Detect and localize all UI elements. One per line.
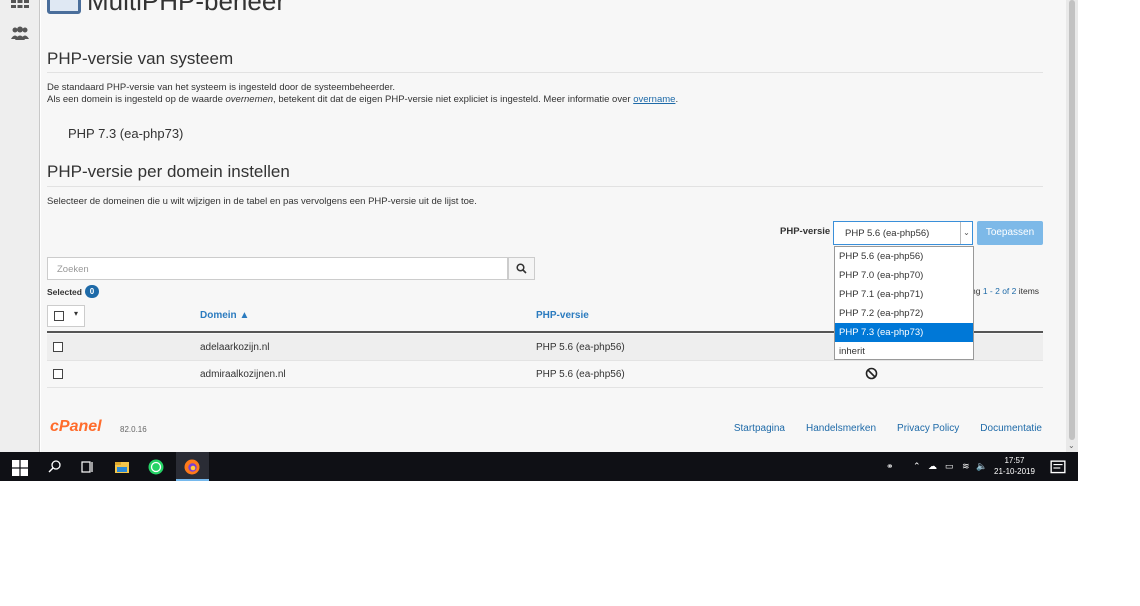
search-button[interactable]	[508, 257, 535, 280]
windows-taskbar: ⚭ ⌃ ☁ ▭ ≋ 🔈 17:57 21-10-2019	[0, 452, 1078, 481]
system-php-version: PHP 7.3 (ea-php73)	[68, 126, 184, 141]
users-icon[interactable]	[10, 26, 30, 42]
php-version-dropdown: PHP 5.6 (ea-php56) PHP 7.0 (ea-php70) PH…	[834, 246, 974, 360]
php-option[interactable]: inherit	[835, 342, 973, 361]
caret-down-icon[interactable]: ▾	[74, 309, 78, 318]
file-explorer-icon[interactable]	[114, 459, 130, 475]
search-icon	[516, 263, 527, 274]
volume-icon[interactable]: 🔈	[976, 461, 987, 472]
divider	[47, 186, 1043, 187]
row-domain: admiraalkozijnen.nl	[200, 369, 286, 380]
firefox-icon[interactable]	[184, 459, 200, 475]
select-all-control[interactable]: ▾	[47, 305, 85, 327]
not-allowed-icon	[865, 367, 878, 380]
whatsapp-icon[interactable]	[148, 459, 164, 475]
php-option[interactable]: PHP 7.2 (ea-php72)	[835, 304, 973, 323]
footer-link-handelsmerken[interactable]: Handelsmerken	[806, 423, 876, 434]
onedrive-icon[interactable]: ☁	[928, 461, 937, 472]
cpanel-version: 82.0.16	[120, 425, 147, 434]
vertical-scrollbar[interactable]: ⌄	[1066, 0, 1078, 452]
row-checkbox[interactable]	[53, 342, 63, 352]
scroll-down-icon[interactable]: ⌄	[1068, 441, 1075, 450]
php-option-highlighted[interactable]: PHP 7.3 (ea-php73)	[835, 323, 973, 342]
system-php-description-line2: Als een domein is ingesteld op de waarde…	[47, 94, 679, 105]
notifications-icon[interactable]	[1050, 460, 1066, 476]
domain-php-heading: PHP-versie per domein instellen	[47, 162, 290, 181]
table-row: admiraalkozijnen.nl PHP 5.6 (ea-php56)	[47, 361, 1043, 388]
selected-count-badge: 0	[84, 285, 99, 298]
task-view-icon[interactable]	[80, 459, 96, 475]
system-php-heading: PHP-versie van systeem	[47, 49, 234, 68]
row-php-version: PHP 5.6 (ea-php56)	[536, 342, 625, 353]
system-clock[interactable]: 17:57 21-10-2019	[994, 455, 1035, 477]
people-icon[interactable]: ⚭	[886, 461, 894, 472]
column-header-domain[interactable]: Domein ▲	[200, 310, 249, 321]
php-option[interactable]: PHP 7.1 (ea-php71)	[835, 285, 973, 304]
footer-link-documentatie[interactable]: Documentatie	[980, 423, 1042, 434]
php-version-label: PHP-versie	[780, 226, 831, 237]
search-input[interactable]: Zoeken	[47, 257, 508, 280]
php-version-select-value: PHP 5.6 (ea-php56)	[845, 228, 930, 239]
row-domain: adelaarkozijn.nl	[200, 342, 270, 353]
php-option[interactable]: PHP 7.0 (ea-php70)	[835, 266, 973, 285]
select-all-checkbox[interactable]	[54, 311, 64, 321]
footer-link-startpagina[interactable]: Startpagina	[734, 423, 785, 434]
scrollbar-thumb[interactable]	[1069, 0, 1075, 440]
screen: MultiPHP-beheer PHP-versie van systeem D…	[0, 0, 1140, 606]
windows-start-icon[interactable]	[12, 460, 28, 476]
main-content: MultiPHP-beheer PHP-versie van systeem D…	[41, 0, 1066, 452]
apply-button[interactable]: Toepassen	[977, 221, 1043, 245]
left-sidebar	[0, 0, 40, 452]
search-icon[interactable]	[47, 459, 63, 475]
overname-link[interactable]: overname	[633, 94, 675, 105]
column-header-php-version[interactable]: PHP-versie	[536, 310, 589, 321]
chevron-down-icon[interactable]: ⌄	[960, 222, 972, 244]
page-title: MultiPHP-beheer	[47, 0, 285, 17]
clock-time: 17:57	[1004, 456, 1025, 465]
footer-links: Startpagina Handelsmerken Privacy Policy…	[734, 423, 1042, 434]
php-option[interactable]: PHP 5.6 (ea-php56)	[835, 247, 973, 266]
php-version-select[interactable]: PHP 5.6 (ea-php56) ⌄	[833, 221, 973, 245]
system-php-description-line1: De standaard PHP-versie van het systeem …	[47, 82, 395, 93]
footer-link-privacy-policy[interactable]: Privacy Policy	[897, 423, 959, 434]
multiphp-icon	[47, 0, 81, 14]
row-php-version: PHP 5.6 (ea-php56)	[536, 369, 625, 380]
row-checkbox[interactable]	[53, 369, 63, 379]
battery-icon[interactable]: ▭	[945, 461, 954, 472]
selected-count: Selected 0	[47, 285, 99, 298]
wifi-icon[interactable]: ≋	[962, 461, 970, 472]
chevron-up-icon[interactable]: ⌃	[913, 461, 921, 472]
apps-grid-icon[interactable]	[10, 0, 30, 16]
clock-date: 21-10-2019	[994, 467, 1035, 476]
paging-info: ng 1 - 2 of 2 items	[971, 286, 1040, 296]
cpanel-logo[interactable]: cPanel	[50, 418, 102, 436]
divider	[47, 72, 1043, 73]
domain-php-instruction: Selecteer de domeinen die u wilt wijzige…	[47, 196, 477, 207]
page-title-text: MultiPHP-beheer	[87, 0, 285, 16]
